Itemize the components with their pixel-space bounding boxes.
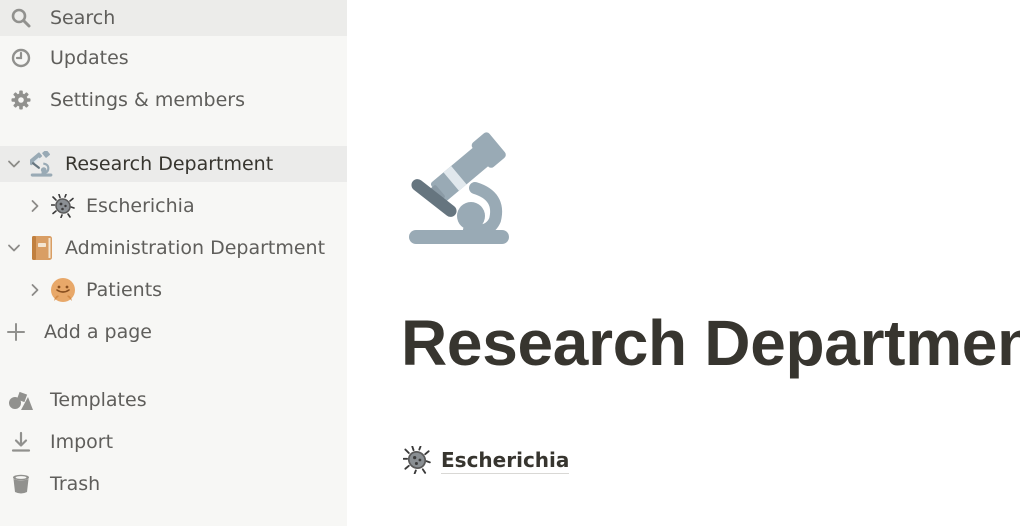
sidebar: Search Updates Settings & members Resear…: [0, 0, 347, 526]
sidebar-page-patients[interactable]: Patients: [0, 272, 347, 308]
sidebar-page-label: Escherichia: [86, 195, 195, 217]
chevron-down-icon[interactable]: [7, 241, 21, 255]
sidebar-settings-button[interactable]: Settings & members: [0, 82, 347, 118]
add-page-label: Add a page: [44, 321, 152, 343]
sidebar-page-escherichia[interactable]: Escherichia: [0, 188, 347, 224]
sidebar-page-research-department[interactable]: Research Department: [0, 146, 347, 182]
sidebar-templates-button[interactable]: Templates: [0, 382, 347, 418]
plus-icon: [3, 319, 29, 345]
sidebar-trash-button[interactable]: Trash: [0, 466, 347, 502]
sidebar-page-administration-department[interactable]: Administration Department: [0, 230, 347, 266]
sidebar-search-label: Search: [50, 7, 116, 29]
sidebar-page-label: Research Department: [65, 153, 274, 175]
sidebar-page-label: Patients: [86, 279, 163, 301]
sidebar-settings-label: Settings & members: [50, 89, 245, 111]
clock-icon: [8, 45, 34, 71]
page-content: Research Department Escherichia: [347, 0, 1020, 526]
sidebar-import-label: Import: [50, 431, 114, 453]
page-title[interactable]: Research Department: [401, 306, 1020, 380]
chevron-right-icon[interactable]: [28, 199, 42, 213]
trash-icon: [8, 471, 34, 497]
microbe-icon: [402, 445, 432, 475]
sidebar-trash-label: Trash: [50, 473, 101, 495]
sidebar-import-button[interactable]: Import: [0, 424, 347, 460]
subpage-link-escherichia[interactable]: Escherichia: [402, 443, 570, 477]
chevron-right-icon[interactable]: [28, 283, 42, 297]
notion-app: Search Updates Settings & members Resear…: [0, 0, 1020, 526]
microbe-icon: [50, 193, 76, 219]
sidebar-templates-label: Templates: [50, 389, 147, 411]
microscope-icon: [29, 151, 55, 177]
ledger-icon: [29, 235, 55, 261]
sidebar-search-button[interactable]: Search: [0, 0, 347, 36]
sidebar-updates-button[interactable]: Updates: [0, 40, 347, 76]
search-icon: [8, 5, 34, 31]
chevron-down-icon[interactable]: [7, 157, 21, 171]
gear-icon: [8, 87, 34, 113]
sidebar-page-label: Administration Department: [65, 237, 326, 259]
smiley-face-icon: [50, 277, 76, 303]
subpage-link-label: Escherichia: [441, 447, 570, 474]
shapes-icon: [8, 387, 34, 413]
add-page-button[interactable]: Add a page: [0, 314, 347, 350]
sidebar-updates-label: Updates: [50, 47, 129, 69]
microscope-icon[interactable]: [409, 126, 513, 246]
download-icon: [8, 429, 34, 455]
